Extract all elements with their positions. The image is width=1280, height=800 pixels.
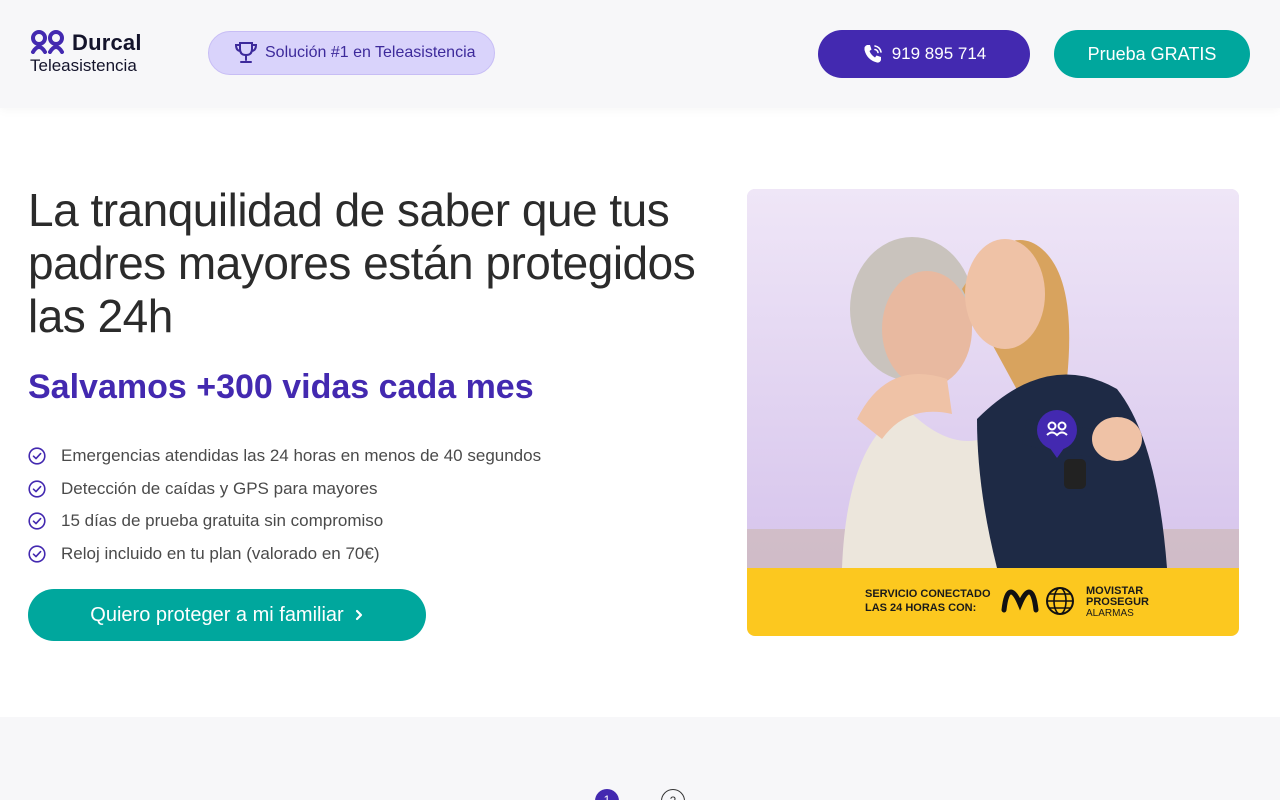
call-phone-button[interactable]: 919 895 714 <box>818 30 1030 78</box>
banner-left-line-1: SERVICIO CONECTADO <box>865 588 991 600</box>
free-trial-button[interactable]: Prueba GRATIS <box>1054 30 1250 78</box>
list-item: Detección de caídas y GPS para mayores <box>28 473 541 506</box>
check-circle-icon <box>28 447 46 465</box>
hero-photo <box>747 189 1239 568</box>
feature-text: Emergencias atendidas las 24 horas en me… <box>61 446 542 466</box>
feature-text: 15 días de prueba gratuita sin compromis… <box>61 511 384 531</box>
banner-text-right: MOVISTAR PROSEGUR ALARMAS <box>1086 586 1149 620</box>
brand-logo[interactable]: Durcal Teleasistencia <box>30 30 160 78</box>
list-item: Emergencias atendidas las 24 horas en me… <box>28 440 541 473</box>
banner-left-line-2: LAS 24 HORAS CON: <box>865 602 977 614</box>
check-circle-icon <box>28 545 46 563</box>
ranking-badge: Solución #1 en Teleasistencia <box>208 31 495 75</box>
check-circle-icon <box>28 512 46 530</box>
banner-text-left: SERVICIO CONECTADO LAS 24 HORAS CON: <box>865 587 991 615</box>
check-circle-icon <box>28 480 46 498</box>
phone-number: 919 895 714 <box>891 44 987 63</box>
list-item: Reloj incluido en tu plan (valorado en 7… <box>28 538 541 571</box>
partner-banner: SERVICIO CONECTADO LAS 24 HORAS CON: MOV… <box>747 568 1239 636</box>
list-item: 15 días de prueba gratuita sin compromis… <box>28 505 541 538</box>
movistar-logo-icon <box>1001 588 1039 619</box>
chevron-right-icon <box>354 608 364 622</box>
step-indicator-1[interactable]: 1 <box>595 789 619 800</box>
feature-text: Reloj incluido en tu plan (valorado en 7… <box>61 543 380 563</box>
hero-image-card: SERVICIO CONECTADO LAS 24 HORAS CON: MOV… <box>747 189 1239 636</box>
hero-title: La tranquilidad de saber que tus padres … <box>28 184 696 342</box>
hero-subtitle: Salvamos +300 vidas cada mes <box>28 368 534 406</box>
logo-subtitle: Teleasistencia <box>30 56 137 75</box>
feature-text: Detección de caídas y GPS para mayores <box>61 478 378 498</box>
banner-right-line-3: ALARMAS <box>1086 608 1134 619</box>
site-header: Durcal Teleasistencia Solución #1 en Tel… <box>0 0 1280 108</box>
prosegur-globe-icon <box>1045 586 1075 621</box>
banner-right-line-2: PROSEGUR <box>1086 596 1149 608</box>
phone-icon <box>862 43 884 65</box>
badge-text: Solución #1 en Teleasistencia <box>265 44 476 61</box>
durcal-logo-icon <box>30 30 66 59</box>
step-indicator-2[interactable]: 2 <box>661 789 685 800</box>
trophy-icon <box>233 40 259 66</box>
feature-list: Emergencias atendidas las 24 horas en me… <box>28 440 541 570</box>
cta-label: Quiero proteger a mi familiar <box>90 603 344 626</box>
steps-section: 1 2 <box>0 717 1280 800</box>
logo-name: Durcal <box>72 30 142 55</box>
protect-family-cta-button[interactable]: Quiero proteger a mi familiar <box>28 589 426 641</box>
